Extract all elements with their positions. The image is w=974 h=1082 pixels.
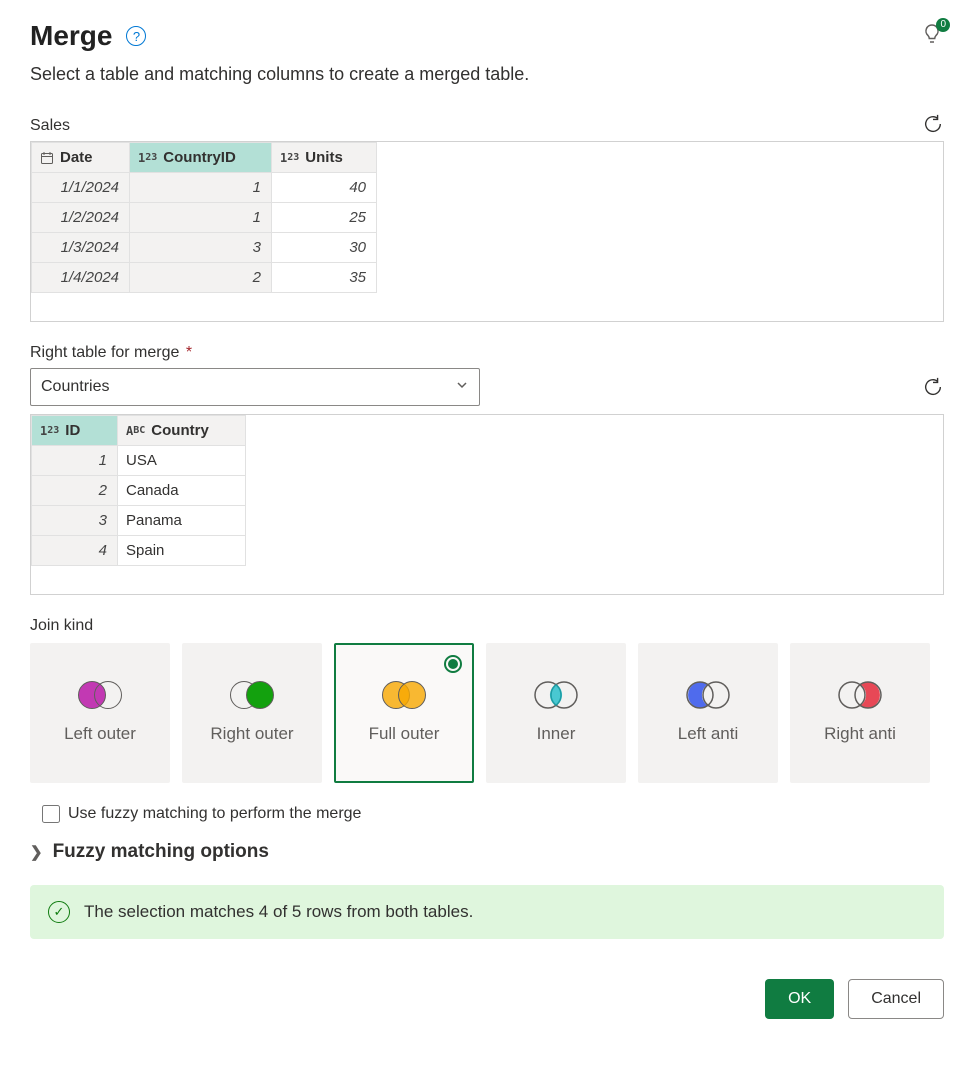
col-label: Date <box>60 149 93 166</box>
cell: Spain <box>118 536 246 566</box>
col-header-country[interactable]: ABC Country <box>118 416 246 446</box>
cell: 2 <box>32 476 118 506</box>
calendar-icon <box>40 151 54 165</box>
venn-inner-icon <box>534 681 578 709</box>
fuzzy-checkbox-row[interactable]: Use fuzzy matching to perform the merge <box>42 805 944 823</box>
table-row[interactable]: 1/1/2024 1 40 <box>32 173 377 203</box>
dropdown-value: Countries <box>41 378 109 396</box>
joinkind-full-outer[interactable]: Full outer <box>334 643 474 783</box>
table-row[interactable]: 1/3/2024 3 30 <box>32 233 377 263</box>
cell: 4 <box>32 536 118 566</box>
help-icon[interactable]: ? <box>126 26 146 46</box>
fuzzy-checkbox-label: Use fuzzy matching to perform the merge <box>68 805 361 823</box>
cell: 1/3/2024 <box>32 233 130 263</box>
venn-left-anti-icon <box>686 681 730 709</box>
number-icon: 123 <box>138 151 157 165</box>
right-table-label: Right table for merge <box>30 344 179 361</box>
joinkind-right-outer[interactable]: Right outer <box>182 643 322 783</box>
left-table-name: Sales <box>30 117 70 135</box>
cell: 3 <box>130 233 272 263</box>
joinkind-label-text: Full outer <box>369 723 440 744</box>
joinkind-label-text: Right outer <box>210 723 293 744</box>
selected-radio-icon <box>444 655 462 673</box>
col-label: CountryID <box>163 149 236 166</box>
chevron-right-icon: ❯ <box>30 843 43 861</box>
joinkind-label-text: Right anti <box>824 723 896 744</box>
refresh-right-icon[interactable] <box>922 376 944 398</box>
venn-left-outer-icon <box>78 681 122 709</box>
cell: 1/2/2024 <box>32 203 130 233</box>
number-icon: 123 <box>40 424 59 438</box>
joinkind-label-text: Left outer <box>64 723 136 744</box>
col-header-units[interactable]: 123 Units <box>272 143 377 173</box>
cell: 25 <box>272 203 377 233</box>
status-bar: ✓ The selection matches 4 of 5 rows from… <box>30 885 944 939</box>
subtitle: Select a table and matching columns to c… <box>30 64 944 85</box>
col-header-id[interactable]: 123 ID <box>32 416 118 446</box>
required-asterisk: * <box>186 344 192 361</box>
ok-button[interactable]: OK <box>765 979 834 1019</box>
table-row[interactable]: 3 Panama <box>32 506 246 536</box>
joinkind-left-outer[interactable]: Left outer <box>30 643 170 783</box>
right-table-dropdown[interactable]: Countries <box>30 368 480 406</box>
venn-right-anti-icon <box>838 681 882 709</box>
col-header-countryid[interactable]: 123 CountryID <box>130 143 272 173</box>
joinkind-label-text: Inner <box>537 723 576 744</box>
tips-button[interactable]: 0 <box>920 22 944 51</box>
cell: Panama <box>118 506 246 536</box>
joinkind-label: Join kind <box>30 617 944 635</box>
status-message: The selection matches 4 of 5 rows from b… <box>84 902 473 922</box>
table-row[interactable]: 2 Canada <box>32 476 246 506</box>
page-title: Merge <box>30 20 112 52</box>
cell: 35 <box>272 263 377 293</box>
expander-label: Fuzzy matching options <box>53 841 269 863</box>
cell: 30 <box>272 233 377 263</box>
joinkind-label-text: Left anti <box>678 723 739 744</box>
joinkind-right-anti[interactable]: Right anti <box>790 643 930 783</box>
cell: USA <box>118 446 246 476</box>
cell: 1 <box>130 173 272 203</box>
cancel-button[interactable]: Cancel <box>848 979 944 1019</box>
col-label: ID <box>65 422 80 439</box>
right-table-preview[interactable]: 123 ID ABC Country 1 USA 2 Canada 3 <box>30 414 944 595</box>
chevron-down-icon <box>455 378 469 397</box>
col-label: Country <box>151 422 209 439</box>
text-icon: ABC <box>126 424 145 438</box>
cell: 1/1/2024 <box>32 173 130 203</box>
tips-badge: 0 <box>936 18 950 32</box>
table-row[interactable]: 4 Spain <box>32 536 246 566</box>
table-row[interactable]: 1/2/2024 1 25 <box>32 203 377 233</box>
fuzzy-checkbox[interactable] <box>42 805 60 823</box>
cell: 40 <box>272 173 377 203</box>
col-label: Units <box>305 149 343 166</box>
cell: 1/4/2024 <box>32 263 130 293</box>
cell: Canada <box>118 476 246 506</box>
joinkind-left-anti[interactable]: Left anti <box>638 643 778 783</box>
table-row[interactable]: 1/4/2024 2 35 <box>32 263 377 293</box>
table-row[interactable]: 1 USA <box>32 446 246 476</box>
cell: 3 <box>32 506 118 536</box>
venn-full-outer-icon <box>382 681 426 709</box>
cell: 1 <box>32 446 118 476</box>
refresh-left-icon[interactable] <box>922 113 944 135</box>
fuzzy-options-expander[interactable]: ❯ Fuzzy matching options <box>30 841 944 863</box>
cell: 2 <box>130 263 272 293</box>
venn-right-outer-icon <box>230 681 274 709</box>
cell: 1 <box>130 203 272 233</box>
joinkind-inner[interactable]: Inner <box>486 643 626 783</box>
left-table-preview[interactable]: Date 123 CountryID 123 Units 1/1/2024 1 <box>30 141 944 322</box>
col-header-date[interactable]: Date <box>32 143 130 173</box>
number-icon: 123 <box>280 151 299 165</box>
checkmark-icon: ✓ <box>48 901 70 923</box>
